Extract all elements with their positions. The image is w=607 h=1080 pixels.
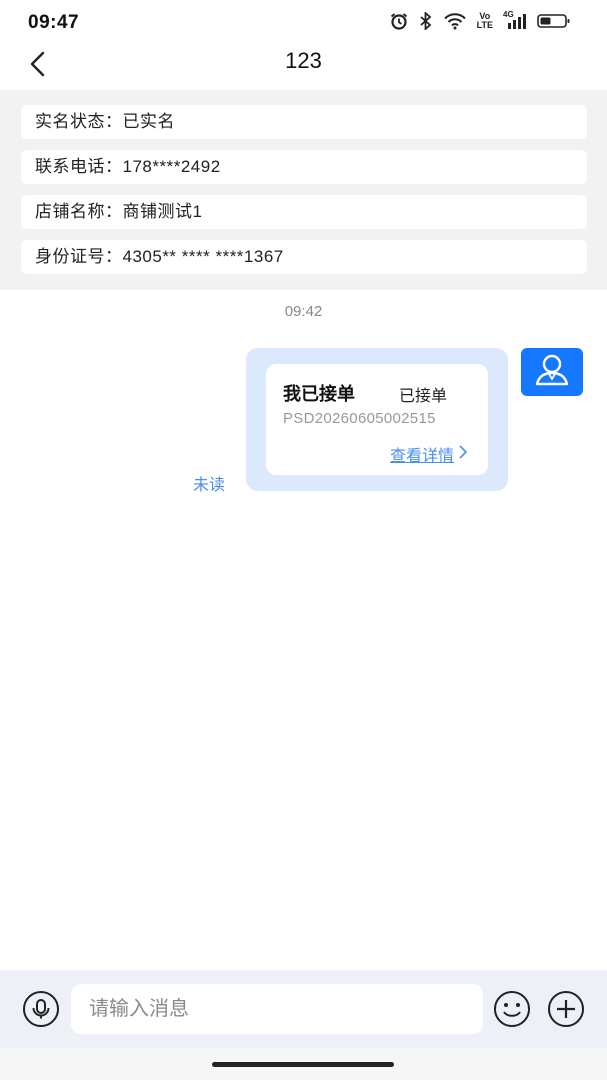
bluetooth-icon [419,12,433,30]
wifi-icon [443,12,467,30]
info-label: 身份证号： [35,247,123,266]
emoji-button[interactable] [493,990,531,1028]
view-details-label: 查看详情 [389,448,454,465]
nav-header: 123 [0,44,607,90]
info-value: 已实名 [122,112,175,131]
voice-button[interactable] [22,990,60,1028]
read-status: 未读 [193,477,226,494]
order-card-title: 我已接单 [283,384,355,404]
page-title: 123 [285,48,322,73]
order-status: 已接单 [399,388,448,405]
info-label: 店铺名称： [35,202,123,221]
contact-info-panel: 实名状态：已实名 联系电话：178****2492 店铺名称：商铺测试1 身份证… [0,90,607,290]
microphone-icon [22,991,60,1032]
status-icons: Vo LTE 4G [389,10,571,30]
info-value: 商铺测试1 [122,202,203,221]
message-input-bar [0,970,607,1048]
message-input[interactable] [71,984,483,1034]
gesture-bar [0,1048,607,1080]
info-value: 4305** **** ****1367 [122,247,284,266]
order-number: PSD20260605002515 [283,410,436,427]
info-value: 178****2492 [122,157,221,176]
smiley-icon [493,991,531,1032]
info-label: 联系电话： [35,157,123,176]
volte-bottom-text: LTE [476,20,493,30]
order-card[interactable]: 我已接单 已接单 PSD20260605002515 查看详情 [266,364,488,475]
volte-icon: Vo LTE [477,12,493,30]
battery-icon [537,12,571,30]
sender-avatar[interactable] [521,348,583,396]
message-timestamp: 09:42 [284,303,323,320]
info-row-id-number: 身份证号：4305** **** ****1367 [21,240,587,274]
status-bar: 09:47 Vo LTE 4G [0,0,607,44]
user-avatar-icon [532,352,572,393]
chevron-right-icon [458,444,468,465]
info-label: 实名状态： [35,112,123,131]
view-details-link[interactable]: 查看详情 [390,442,468,466]
info-row-shop-name: 店铺名称：商铺测试1 [21,195,587,229]
signal-4g-icon: 4G [503,10,527,30]
status-time: 09:47 [28,12,80,33]
plus-icon [547,991,585,1032]
info-row-realname: 实名状态：已实名 [21,105,587,139]
info-row-phone: 联系电话：178****2492 [21,150,587,184]
more-button[interactable] [547,990,585,1028]
home-indicator[interactable] [212,1062,394,1067]
alarm-icon [389,12,409,30]
